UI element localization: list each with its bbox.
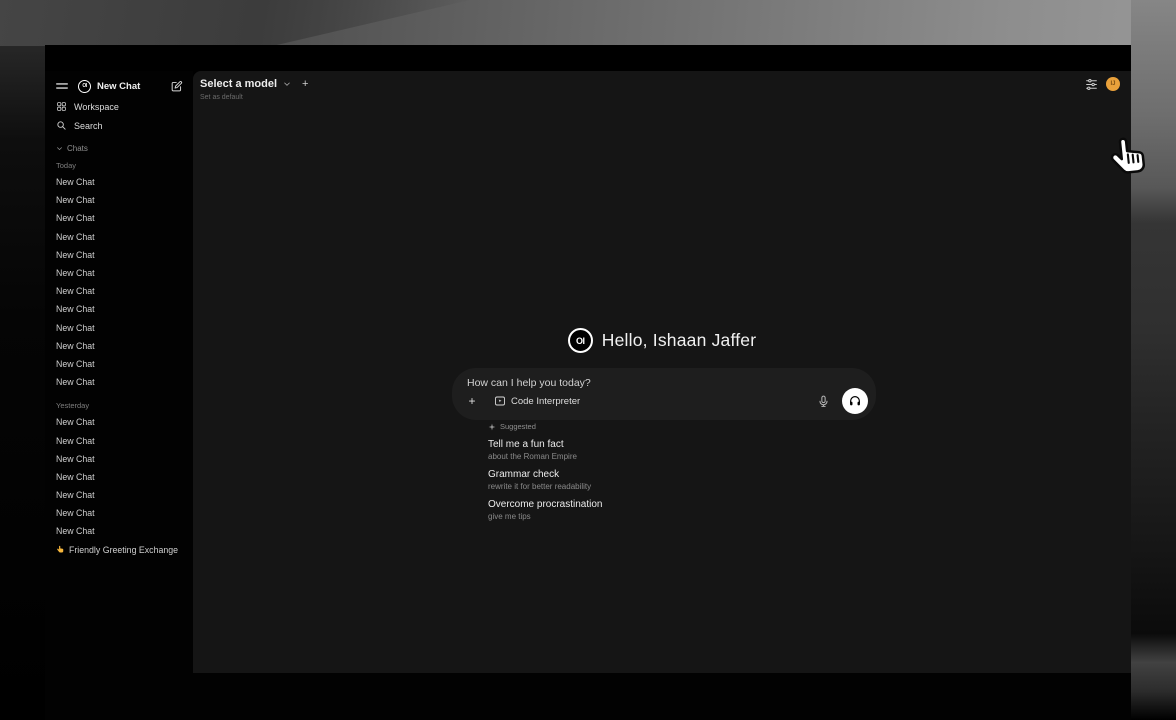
sidebar-chat-item[interactable]: New Chat: [45, 468, 193, 486]
sidebar-chat-item-named[interactable]: Friendly Greeting Exchange: [45, 541, 193, 559]
sidebar-chat-item[interactable]: New Chat: [45, 486, 193, 504]
suggested-prompt[interactable]: Tell me a fun fact about the Roman Empir…: [488, 439, 603, 461]
chevron-down-icon: [283, 80, 291, 88]
suggested-prompt-title: Overcome procrastination: [488, 499, 603, 510]
app-title: New Chat: [97, 81, 140, 92]
chats-section-toggle[interactable]: Chats: [45, 144, 193, 153]
sidebar-chat-item[interactable]: New Chat: [45, 450, 193, 468]
chat-group-label-today: Today: [45, 161, 193, 170]
chat-group-label-yesterday: Yesterday: [45, 401, 193, 410]
named-chat-title: Friendly Greeting Exchange: [69, 545, 178, 555]
suggested-list: Tell me a fun fact about the Roman Empir…: [488, 439, 603, 521]
suggested-prompt[interactable]: Grammar check rewrite it for better read…: [488, 469, 603, 491]
sidebar-chat-item[interactable]: New Chat: [45, 413, 193, 431]
greeting-row: OI Hello, Ishaan Jaffer: [193, 328, 1131, 353]
add-model-button[interactable]: +: [302, 78, 308, 90]
sidebar-chat-item[interactable]: New Chat: [45, 337, 193, 355]
sidebar-chat-item[interactable]: New Chat: [45, 431, 193, 449]
sidebar-chat-item[interactable]: New Chat: [45, 373, 193, 391]
set-default-link[interactable]: Set as default: [200, 94, 308, 101]
chevron-down-icon: [56, 145, 63, 152]
new-chat-icon[interactable]: [170, 80, 183, 93]
chat-input-card[interactable]: How can I help you today? + Code Interpr…: [452, 368, 876, 420]
desktop-background-right: [1131, 0, 1176, 720]
sidebar-item-search[interactable]: Search: [45, 116, 193, 135]
sidebar-header: OI New Chat: [45, 75, 193, 97]
microphone-icon[interactable]: [817, 395, 830, 408]
app-logo-icon: OI: [78, 80, 91, 93]
search-label: Search: [74, 121, 103, 131]
sidebar-chat-item[interactable]: New Chat: [45, 355, 193, 373]
suggested-prompt-subtitle: about the Roman Empire: [488, 452, 603, 461]
code-interpreter-label: Code Interpreter: [511, 396, 580, 407]
sidebar-chat-item[interactable]: New Chat: [45, 522, 193, 540]
greeting-text: Hello, Ishaan Jaffer: [602, 330, 756, 351]
suggested-prompt-title: Grammar check: [488, 469, 603, 480]
chat-input-toolbar: + Code Interpreter: [464, 388, 868, 414]
attach-button[interactable]: +: [464, 394, 480, 408]
waving-hand-emoji: [56, 545, 65, 554]
suggested-prompt-subtitle: give me tips: [488, 512, 603, 521]
sidebar-chat-item[interactable]: New Chat: [45, 264, 193, 282]
code-interpreter-icon: [494, 395, 506, 407]
workspace-label: Workspace: [74, 102, 119, 112]
suggested-section: Suggested Tell me a fun fact about the R…: [488, 422, 603, 529]
header-actions: IJ: [1085, 77, 1120, 91]
sidebar-chat-item[interactable]: New Chat: [45, 319, 193, 337]
settings-sliders-icon[interactable]: [1085, 78, 1098, 91]
chats-section-label: Chats: [67, 144, 88, 153]
sidebar-chat-item[interactable]: New Chat: [45, 246, 193, 264]
model-selector: Select a model + Set as default: [200, 78, 308, 101]
suggested-prompt[interactable]: Overcome procrastination give me tips: [488, 499, 603, 521]
sidebar-chat-item[interactable]: New Chat: [45, 228, 193, 246]
user-avatar[interactable]: IJ: [1106, 77, 1120, 91]
sidebar-chat-item[interactable]: New Chat: [45, 504, 193, 522]
headphones-icon: [848, 394, 862, 408]
sidebar-chat-item[interactable]: New Chat: [45, 282, 193, 300]
suggested-prompt-subtitle: rewrite it for better readability: [488, 482, 603, 491]
sidebar-chat-item[interactable]: New Chat: [45, 173, 193, 191]
sidebar-toggle-icon[interactable]: [55, 79, 69, 93]
screenshot-stage: OI New Chat Workspace Search Chats Today…: [0, 0, 1176, 720]
suggested-prompt-title: Tell me a fun fact: [488, 439, 603, 450]
workspace-grid-icon: [56, 101, 67, 112]
voice-call-button[interactable]: [842, 388, 868, 414]
app-logo-icon: OI: [568, 328, 593, 353]
model-selector-button[interactable]: Select a model +: [200, 78, 308, 90]
suggested-label: Suggested: [500, 422, 536, 431]
desktop-background-bottom: [45, 673, 1131, 720]
app-window: OI New Chat Workspace Search Chats Today…: [45, 45, 1131, 673]
sidebar-item-workspace[interactable]: Workspace: [45, 97, 193, 116]
chat-list-yesterday: New ChatNew ChatNew ChatNew ChatNew Chat…: [45, 413, 193, 540]
sparkle-icon: [488, 423, 496, 431]
search-icon: [56, 120, 67, 131]
sidebar-chat-item[interactable]: New Chat: [45, 191, 193, 209]
sidebar: OI New Chat Workspace Search Chats Today…: [45, 71, 193, 673]
code-interpreter-toggle[interactable]: Code Interpreter: [494, 395, 580, 407]
desktop-background-left: [0, 46, 45, 720]
sidebar-chat-item[interactable]: New Chat: [45, 300, 193, 318]
suggested-header: Suggested: [488, 422, 603, 431]
model-selector-label: Select a model: [200, 78, 277, 90]
sidebar-chat-item[interactable]: New Chat: [45, 209, 193, 227]
chat-list-today: New ChatNew ChatNew ChatNew ChatNew Chat…: [45, 173, 193, 391]
